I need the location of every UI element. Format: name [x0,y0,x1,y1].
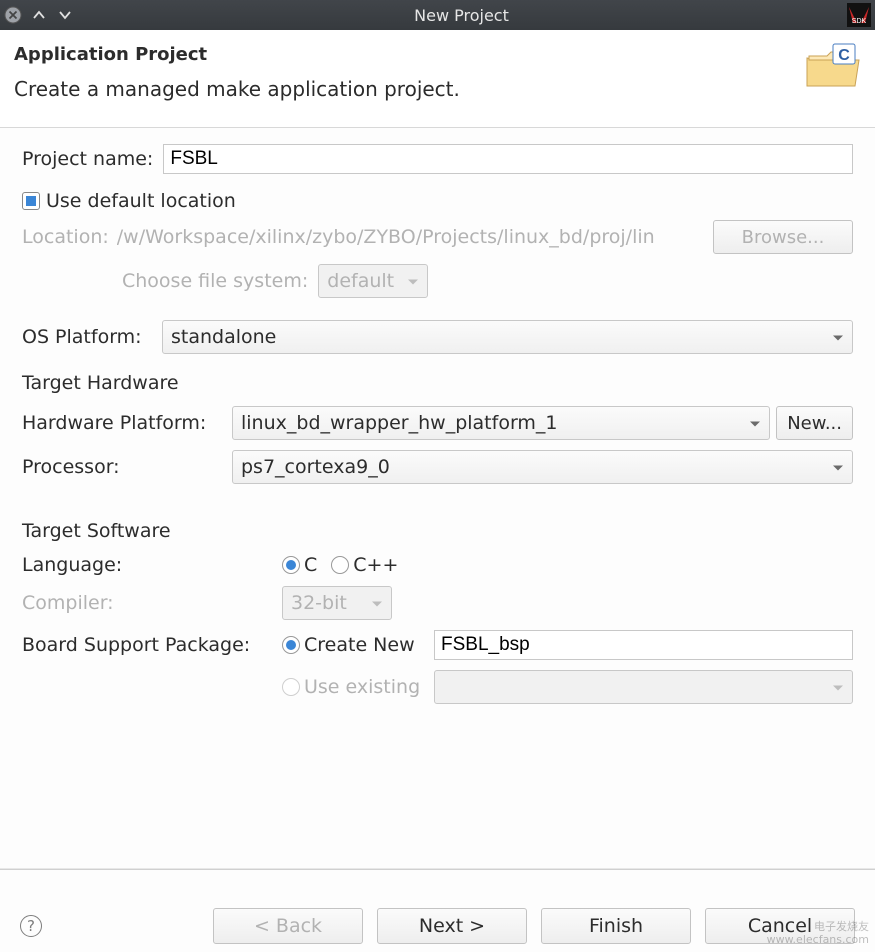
processor-label: Processor: [22,456,232,478]
os-platform-value: standalone [171,326,276,348]
bottom-separator [0,869,875,870]
next-button[interactable]: Next > [377,908,527,944]
filesystem-label: Choose file system: [122,270,308,292]
target-hardware-heading: Target Hardware [22,372,853,394]
use-default-location-checkbox[interactable] [22,192,40,210]
language-c-label: C [304,554,317,576]
bsp-label: Board Support Package: [22,634,282,656]
bsp-use-existing-row: Use existing [22,670,853,704]
language-cpp-label: C++ [353,554,398,576]
bsp-create-new-label: Create New [304,634,434,656]
compiler-row: Compiler: 32-bit [22,586,853,620]
filesystem-select[interactable]: default [318,264,428,298]
project-name-input[interactable] [163,144,853,174]
processor-row: Processor: ps7_cortexa9_0 [22,450,853,484]
window-collapse-up-button[interactable] [30,6,48,24]
bsp-use-existing-label: Use existing [304,676,434,698]
os-platform-select[interactable]: standalone [162,320,853,354]
os-platform-row: OS Platform: standalone [22,320,853,354]
back-button[interactable]: < Back [213,908,363,944]
window-collapse-down-button[interactable] [56,6,74,24]
location-path: /w/Workspace/xilinx/zybo/ZYBO/Projects/l… [117,226,703,248]
location-row: Location: /w/Workspace/xilinx/zybo/ZYBO/… [22,220,853,254]
sdk-logo-icon: SDK [847,3,871,27]
banner-heading: Application Project [14,44,853,65]
browse-button[interactable]: Browse... [713,220,853,254]
bsp-create-new-row: Board Support Package: Create New [22,630,853,660]
language-label: Language: [22,554,282,576]
wizard-banner: Application Project Create a managed mak… [0,30,875,128]
finish-button[interactable]: Finish [541,908,691,944]
use-default-location-label: Use default location [46,190,236,212]
titlebar: New Project SDK [0,0,875,30]
bsp-create-new-radio[interactable] [282,636,300,654]
processor-value: ps7_cortexa9_0 [241,456,390,478]
help-icon[interactable]: ? [20,915,42,937]
project-name-row: Project name: [22,144,853,174]
project-name-label: Project name: [22,148,153,170]
filesystem-value: default [327,270,394,292]
bsp-create-new-input[interactable] [434,630,853,660]
hardware-platform-row: Hardware Platform: linux_bd_wrapper_hw_p… [22,406,853,440]
project-folder-icon: C [803,42,861,92]
os-platform-label: OS Platform: [22,326,162,348]
wizard-content: Project name: Use default location Locat… [0,128,875,726]
language-c-radio[interactable] [282,556,300,574]
filesystem-row: Choose file system: default [122,264,853,298]
hardware-platform-value: linux_bd_wrapper_hw_platform_1 [241,412,558,434]
cancel-button[interactable]: Cancel [705,908,855,944]
svg-text:C: C [838,47,850,64]
hardware-platform-new-button[interactable]: New... [776,406,853,440]
bsp-use-existing-radio[interactable] [282,678,300,696]
use-default-location-row: Use default location [22,190,853,212]
wizard-bottom-bar: ? < Back Next > Finish Cancel [0,882,875,952]
hardware-platform-select[interactable]: linux_bd_wrapper_hw_platform_1 [232,406,770,440]
bsp-use-existing-select[interactable] [434,670,853,704]
language-row: Language: C C++ [22,554,853,576]
hardware-platform-label: Hardware Platform: [22,412,232,434]
processor-select[interactable]: ps7_cortexa9_0 [232,450,853,484]
window-title: New Project [82,6,841,25]
banner-subtext: Create a managed make application projec… [14,77,853,101]
location-label: Location: [22,226,109,248]
window-close-button[interactable] [4,6,22,24]
compiler-select[interactable]: 32-bit [282,586,392,620]
compiler-value: 32-bit [291,592,347,614]
compiler-label: Compiler: [22,592,282,614]
svg-text:SDK: SDK [852,18,867,25]
target-software-heading: Target Software [22,520,853,542]
language-cpp-radio[interactable] [331,556,349,574]
